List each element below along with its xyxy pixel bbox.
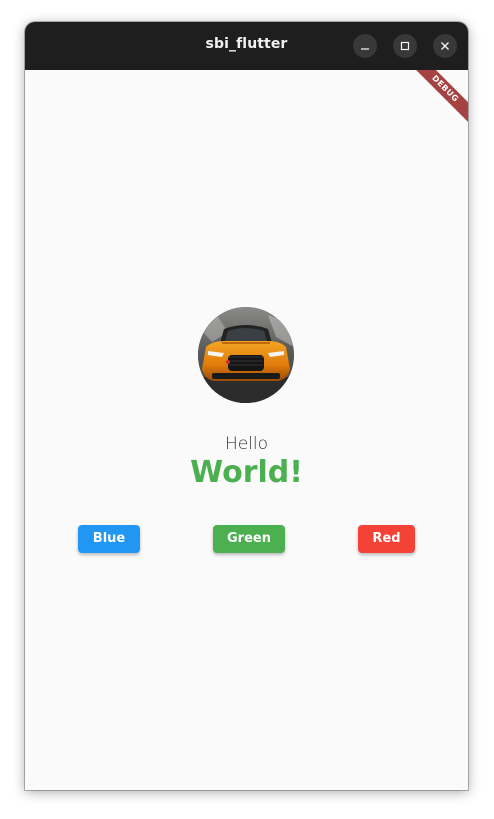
debug-banner: DEBUG xyxy=(408,70,468,130)
hello-text: Hello xyxy=(224,434,269,454)
debug-label: DEBUG xyxy=(408,70,468,126)
world-text: World! xyxy=(190,455,303,490)
app-body: DEBUG Hello World! Blue Green Red xyxy=(25,70,468,790)
maximize-button[interactable] xyxy=(393,34,417,58)
green-button[interactable]: Green xyxy=(213,525,285,553)
car-photo-icon xyxy=(198,307,294,403)
close-button[interactable] xyxy=(433,34,457,58)
red-button[interactable]: Red xyxy=(358,525,415,553)
blue-button[interactable]: Blue xyxy=(78,525,140,553)
minimize-icon xyxy=(361,48,369,50)
avatar xyxy=(198,307,294,403)
minimize-button[interactable] xyxy=(353,34,377,58)
maximize-icon xyxy=(400,41,410,51)
close-icon xyxy=(441,42,449,50)
app-window: sbi_flutter DEBUG Hello World! Blue Gree… xyxy=(25,22,468,790)
title-bar[interactable]: sbi_flutter xyxy=(25,22,468,70)
